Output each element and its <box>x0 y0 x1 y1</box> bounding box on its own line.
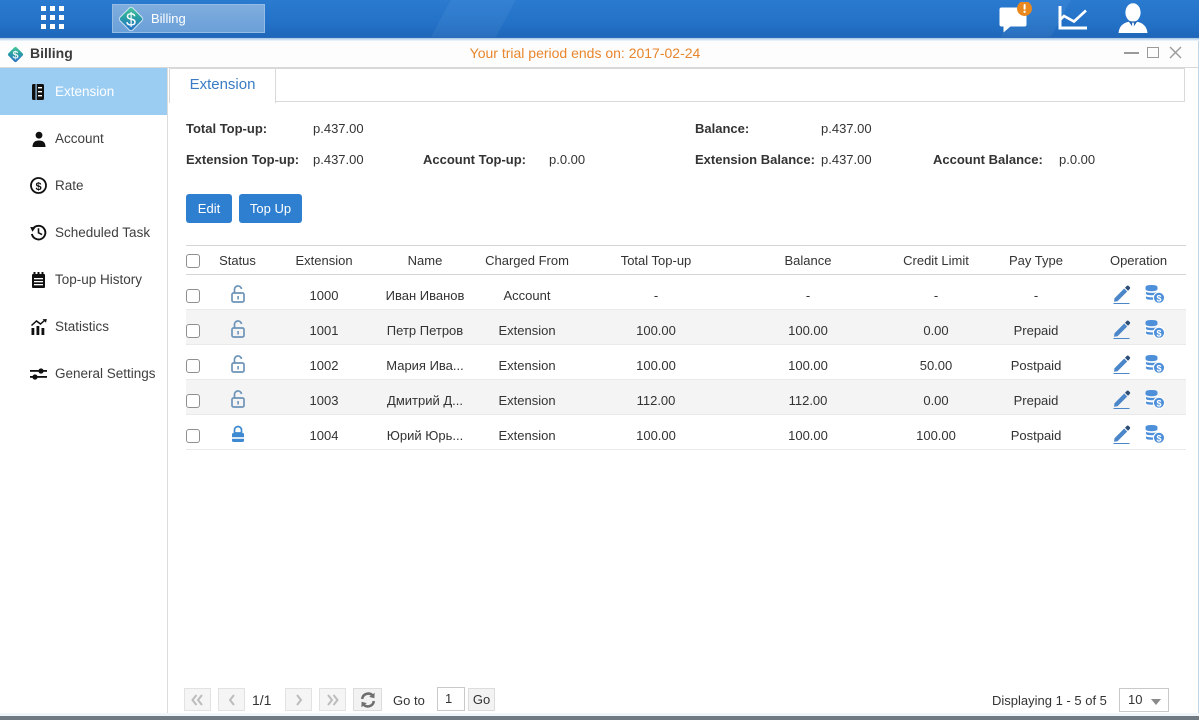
svg-text:$: $ <box>1156 363 1161 373</box>
svg-text:$: $ <box>35 181 41 193</box>
svg-text:$: $ <box>1156 398 1161 408</box>
svg-text:$: $ <box>1156 433 1161 443</box>
svg-text:$: $ <box>1156 328 1161 338</box>
svg-text:$: $ <box>126 10 136 30</box>
svg-text:$: $ <box>1156 293 1161 303</box>
